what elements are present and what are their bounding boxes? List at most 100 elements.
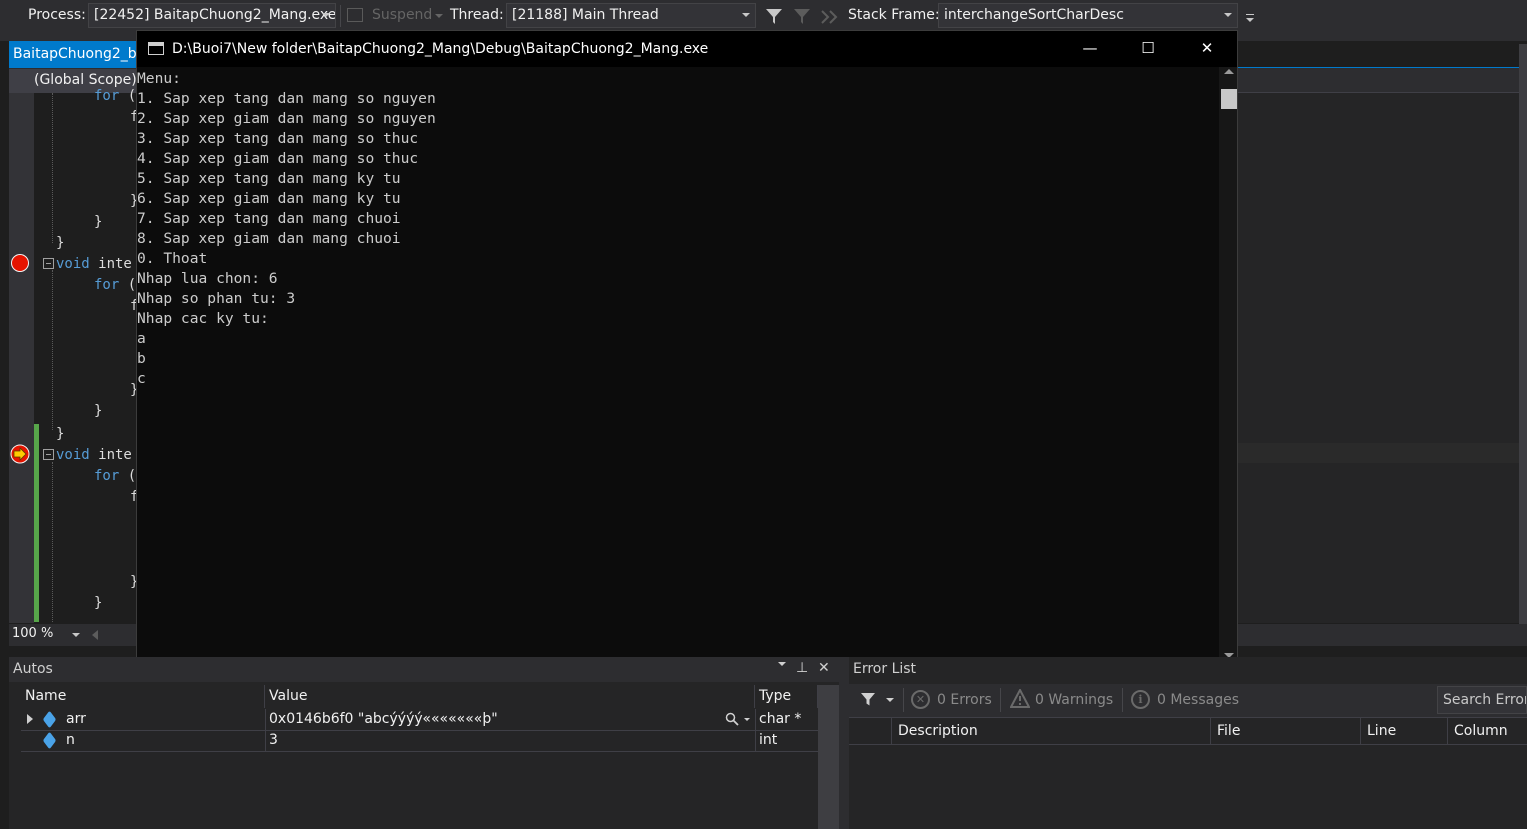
messages-filter-button[interactable]: 0 Messages	[1157, 692, 1239, 708]
row-divider	[21, 730, 818, 731]
code-line: }	[94, 593, 102, 613]
error-icon: ✕	[911, 690, 930, 709]
autos-panel	[9, 657, 839, 829]
minimize-icon: —	[1082, 39, 1098, 57]
filter-dropdown-icon[interactable]	[886, 698, 894, 702]
autos-title: Autos	[13, 661, 53, 677]
thread-label: Thread:	[450, 7, 504, 23]
console-line: 3. Sap xep tang dan mang so thuc	[137, 130, 419, 147]
col-divider	[755, 709, 756, 751]
code-text: }	[56, 426, 65, 442]
stack-frame-dropdown[interactable]: interchangeSortCharDesc	[938, 3, 1238, 28]
panel-close-icon[interactable]: ✕	[818, 660, 830, 676]
error-list-title: Error List	[853, 661, 917, 677]
console-line: Menu:	[137, 70, 181, 87]
console-title: D:\Buoi7\New folder\BaitapChuong2_Mang\D…	[172, 41, 709, 57]
chevron-down-icon	[72, 633, 80, 637]
code-text: inte	[89, 256, 132, 272]
filter-clear-icon[interactable]	[792, 6, 812, 26]
console-line: 8. Sap xep giam dan mang chuoi	[137, 230, 401, 247]
console-scrollbar[interactable]	[1219, 67, 1237, 665]
code-text: }	[94, 595, 103, 611]
console-line: Nhap so phan tu: 3	[137, 290, 296, 307]
console-line: 6. Sap xep giam dan mang ky tu	[137, 190, 401, 207]
process-dropdown[interactable]: [22452] BaitapChuong2_Mang.exe	[88, 3, 336, 28]
zoom-value: 100 %	[12, 626, 54, 641]
toolbar-separator	[903, 688, 904, 712]
console-window[interactable]: D:\Buoi7\New folder\BaitapChuong2_Mang\D…	[136, 30, 1238, 666]
maximize-icon: ☐	[1141, 39, 1155, 57]
thread-dropdown[interactable]: [21188] Main Thread	[506, 3, 756, 28]
autos-row-value[interactable]: 3	[269, 730, 278, 751]
code-keyword: for	[94, 277, 120, 293]
close-icon: ✕	[1200, 39, 1214, 57]
close-button[interactable]: ✕	[1178, 31, 1236, 67]
console-line: c	[137, 370, 146, 387]
code-keyword: void	[56, 447, 90, 463]
console-line: 7. Sap xep tang dan mang chuoi	[137, 210, 401, 227]
error-col-line[interactable]: Line	[1360, 718, 1447, 744]
suspend-dropdown-icon[interactable]	[435, 14, 443, 18]
code-keyword: for	[94, 468, 120, 484]
code-line: }	[94, 212, 102, 232]
editor-scrollbar[interactable]	[1519, 44, 1527, 624]
collapse-icon[interactable]	[43, 449, 54, 460]
visualizer-dropdown-icon[interactable]	[744, 718, 750, 721]
stack-frame-value: interchangeSortCharDesc	[944, 7, 1124, 23]
filter-icon[interactable]	[860, 691, 876, 707]
autos-row-value[interactable]: 0x0146b6f0 "abcýýýý«««««««þ"	[269, 709, 719, 730]
collapse-icon[interactable]	[43, 258, 54, 269]
panel-splitter[interactable]	[839, 657, 849, 829]
code-line: for (	[94, 466, 136, 486]
error-col-file[interactable]: File	[1210, 718, 1360, 744]
error-search-input[interactable]: Search Error	[1437, 686, 1527, 714]
code-text: inte	[89, 447, 132, 463]
maximize-button[interactable]: ☐	[1119, 31, 1177, 67]
errors-filter-button[interactable]: 0 Errors	[937, 692, 992, 708]
scroll-left-icon[interactable]	[92, 630, 98, 640]
editor-tab[interactable]: BaitapChuong2_ba	[9, 41, 139, 68]
error-col-description[interactable]: Description	[891, 718, 1211, 744]
process-label: Process:	[28, 7, 86, 23]
panel-options-icon[interactable]	[778, 662, 786, 666]
toolbar-overflow-icon[interactable]	[1246, 18, 1254, 22]
console-scroll-thumb[interactable]	[1221, 89, 1237, 109]
scroll-up-icon[interactable]	[1224, 69, 1234, 74]
warnings-filter-button[interactable]: 0 Warnings	[1035, 692, 1113, 708]
change-bar	[34, 424, 39, 622]
flag-threads-icon[interactable]	[820, 7, 840, 25]
chevron-down-icon	[322, 13, 330, 17]
indent-guide	[52, 93, 53, 243]
pin-icon[interactable]: ⊥	[796, 660, 808, 676]
autos-col-name[interactable]: Name	[21, 685, 265, 708]
filter-icon[interactable]	[764, 6, 784, 26]
console-line: 4. Sap xep giam dan mang so thuc	[137, 150, 419, 167]
suspend-button[interactable]: Suspend	[372, 7, 432, 23]
console-line: Nhap lua chon: 6	[137, 270, 278, 287]
breakpoint-current-icon[interactable]	[10, 444, 30, 464]
autos-col-type[interactable]: Type	[755, 685, 818, 708]
console-line: 1. Sap xep tang dan mang so nguyen	[137, 90, 436, 107]
autos-row-name: arr	[66, 711, 86, 727]
magnify-icon[interactable]	[725, 712, 739, 726]
error-col-column[interactable]: Column	[1447, 718, 1527, 744]
chevron-down-icon	[1224, 13, 1232, 17]
process-value: [22452] BaitapChuong2_Mang.exe	[94, 7, 336, 23]
breakpoint-icon[interactable]	[11, 254, 29, 272]
autos-scrollbar[interactable]	[818, 685, 839, 829]
console-line: 5. Sap xep tang dan mang ky tu	[137, 170, 401, 187]
code-text: (	[119, 88, 137, 104]
minimize-button[interactable]: —	[1061, 31, 1119, 67]
code-text: }	[56, 235, 65, 251]
thread-value: [21188] Main Thread	[512, 7, 659, 23]
code-text: (	[119, 277, 137, 293]
autos-row-type: char *	[759, 711, 802, 727]
code-line: }	[56, 233, 64, 253]
breakpoint-margin[interactable]	[9, 93, 34, 623]
console-output[interactable]: Menu: 1. Sap xep tang dan mang so nguyen 2…	[137, 67, 1219, 665]
indent-guide	[52, 462, 53, 622]
zoom-dropdown[interactable]: 100 %	[11, 625, 84, 645]
autos-col-value[interactable]: Value	[265, 685, 755, 708]
expand-icon[interactable]	[27, 714, 33, 724]
console-title-bar[interactable]: D:\Buoi7\New folder\BaitapChuong2_Mang\D…	[137, 31, 1237, 67]
